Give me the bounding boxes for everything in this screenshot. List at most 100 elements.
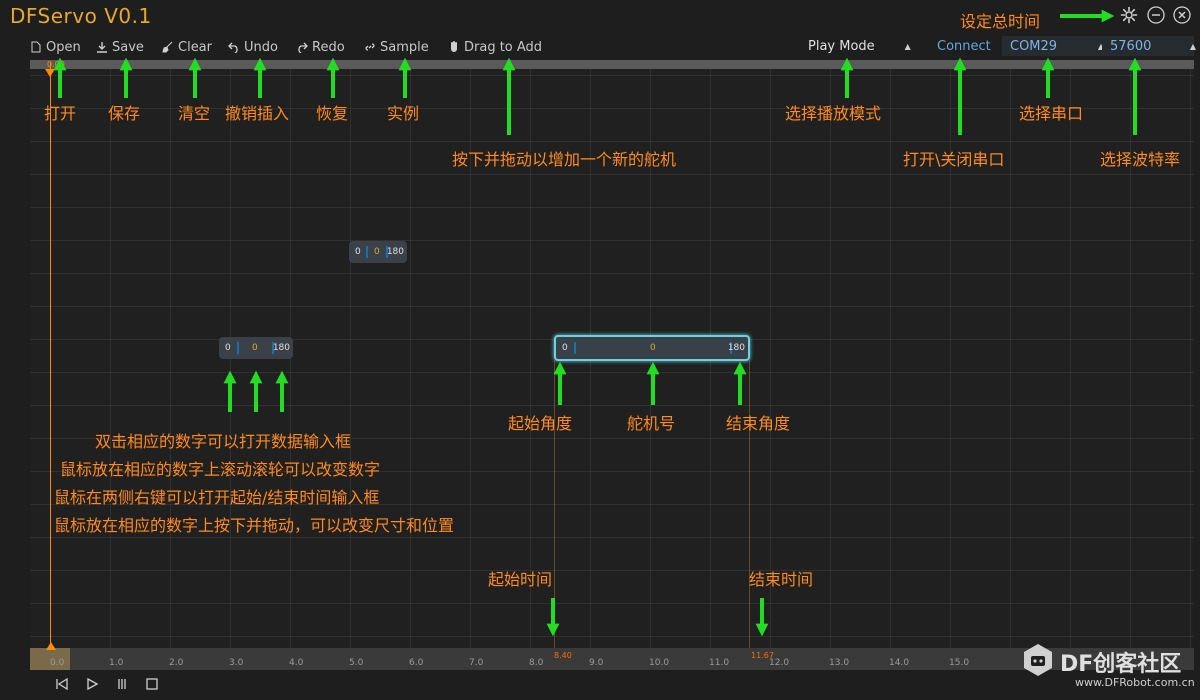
annotation-open: 打开 bbox=[44, 104, 77, 123]
servo-divider bbox=[366, 246, 368, 258]
servo-id[interactable]: 0 bbox=[252, 343, 258, 353]
skip-back-icon[interactable] bbox=[54, 676, 70, 692]
undo-button[interactable]: Undo bbox=[228, 38, 278, 56]
gear-icon[interactable] bbox=[1120, 6, 1138, 24]
undo-label: Undo bbox=[244, 39, 278, 55]
axis-tick: 15.0 bbox=[949, 658, 970, 668]
servo-end-angle[interactable]: 180 bbox=[728, 343, 745, 353]
redo-button[interactable]: Redo bbox=[296, 38, 345, 56]
play-mode-value: Play Mode bbox=[808, 38, 875, 54]
save-label: Save bbox=[112, 39, 144, 55]
start-time-marker: 8.40 bbox=[554, 651, 572, 660]
play-mode-select[interactable]: Play Mode ▲ bbox=[808, 36, 911, 56]
axis-tick: 2.0 bbox=[169, 658, 184, 668]
servo-start-angle[interactable]: 0 bbox=[562, 343, 568, 353]
servo-divider bbox=[574, 342, 576, 354]
pause-icon[interactable] bbox=[114, 676, 130, 692]
annotation-select-port: 选择串口 bbox=[1019, 104, 1084, 123]
start-time-guide bbox=[554, 360, 555, 650]
annotation-save: 保存 bbox=[108, 104, 141, 123]
baud-rate-select[interactable]: 57600 ▲ bbox=[1102, 36, 1196, 56]
end-time-marker: 11.67 bbox=[751, 651, 774, 660]
annotation-redo: 恢复 bbox=[316, 104, 349, 123]
axis-tick: 9.0 bbox=[589, 658, 604, 668]
annotation-clear: 清空 bbox=[178, 104, 211, 123]
axis-tick: 5.0 bbox=[349, 658, 364, 668]
watermark-brand: DF创客社区 bbox=[1060, 652, 1182, 677]
end-time-guide bbox=[749, 360, 750, 650]
link-icon bbox=[365, 43, 375, 51]
annotation-tip-double-click: 双击相应的数字可以打开数据输入框 bbox=[95, 432, 352, 451]
caret-up-icon: ▲ bbox=[1189, 41, 1196, 51]
file-icon bbox=[31, 41, 41, 53]
play-icon[interactable] bbox=[84, 676, 100, 692]
axis-tick: 8.0 bbox=[529, 658, 544, 668]
playhead-top-handle[interactable] bbox=[45, 69, 55, 77]
annotation-undo-insert: 撤销插入 bbox=[225, 104, 290, 123]
playhead-line[interactable] bbox=[50, 62, 51, 650]
axis-tick: 10.0 bbox=[649, 658, 670, 668]
annotation-tip-drag: 鼠标放在相应的数字上按下并拖动，可以改变尺寸和位置 bbox=[54, 516, 455, 535]
servo-block[interactable]: 0 0 180 bbox=[219, 337, 293, 359]
axis-tick: 1.0 bbox=[109, 658, 124, 668]
annotation-sample: 实例 bbox=[387, 104, 420, 123]
baud-rate-value: 57600 bbox=[1110, 38, 1152, 54]
redo-label: Redo bbox=[312, 39, 345, 55]
com-port-value: COM29 bbox=[1010, 38, 1058, 54]
annotation-play-mode: 选择播放模式 bbox=[785, 104, 882, 123]
servo-id[interactable]: 0 bbox=[650, 343, 656, 353]
sample-button[interactable]: Sample bbox=[364, 38, 429, 56]
save-button[interactable]: Save bbox=[96, 38, 144, 56]
undo-icon bbox=[228, 42, 238, 53]
annotation-select-baud: 选择波特率 bbox=[1100, 150, 1181, 169]
stop-icon[interactable] bbox=[144, 676, 160, 692]
minimize-icon[interactable] bbox=[1147, 6, 1165, 24]
watermark-url: www.DFRobot.com.cn bbox=[1075, 676, 1195, 689]
app-title: DFServo V0.1 bbox=[10, 4, 152, 28]
axis-tick: 6.0 bbox=[409, 658, 424, 668]
playhead-bottom-handle[interactable] bbox=[46, 642, 56, 650]
clear-button[interactable]: Clear bbox=[162, 38, 212, 56]
axis-tick: 13.0 bbox=[829, 658, 850, 668]
servo-id[interactable]: 0 bbox=[374, 247, 380, 257]
close-icon[interactable] bbox=[1173, 6, 1191, 24]
servo-end-angle[interactable]: 180 bbox=[387, 247, 404, 257]
servo-divider bbox=[237, 342, 239, 354]
servo-block-selected[interactable]: 0 0 180 bbox=[554, 335, 750, 361]
axis-tick: 14.0 bbox=[889, 658, 910, 668]
annotation-start-time: 起始时间 bbox=[488, 570, 553, 589]
total-time-track[interactable] bbox=[30, 60, 1194, 69]
annotation-end-time: 结束时间 bbox=[749, 570, 814, 589]
annotation-tip-right-click: 鼠标在两侧右键可以打开起始/结束时间输入框 bbox=[54, 488, 380, 507]
axis-tick: 7.0 bbox=[469, 658, 484, 668]
annotation-servo-id: 舵机号 bbox=[627, 414, 676, 433]
open-button[interactable]: Open bbox=[30, 38, 81, 56]
open-label: Open bbox=[46, 39, 81, 55]
servo-end-angle[interactable]: 180 bbox=[273, 343, 290, 353]
axis-tick: 3.0 bbox=[229, 658, 244, 668]
connect-button[interactable]: Connect bbox=[937, 36, 991, 56]
redo-icon bbox=[298, 42, 308, 53]
annotation-set-total-time: 设定总时间 bbox=[960, 12, 1041, 31]
clear-label: Clear bbox=[178, 39, 212, 55]
com-port-select[interactable]: COM29 ▲ bbox=[1002, 36, 1104, 56]
hand-icon bbox=[451, 41, 457, 52]
servo-start-angle[interactable]: 0 bbox=[355, 247, 361, 257]
annotation-start-angle: 起始角度 bbox=[508, 414, 573, 433]
caret-up-icon: ▲ bbox=[904, 41, 911, 51]
annotation-drag-add: 按下并拖动以增加一个新的舵机 bbox=[452, 150, 677, 169]
servo-block[interactable]: 0 0 180 bbox=[349, 241, 407, 263]
download-icon bbox=[97, 42, 107, 53]
broom-icon bbox=[162, 41, 173, 53]
drag-to-add-label: Drag to Add bbox=[464, 39, 543, 55]
axis-tick: 4.0 bbox=[289, 658, 304, 668]
drag-to-add-button[interactable]: Drag to Add bbox=[448, 38, 542, 56]
connect-label: Connect bbox=[937, 38, 991, 54]
annotation-toggle-port: 打开\关闭串口 bbox=[903, 150, 1005, 169]
servo-start-angle[interactable]: 0 bbox=[225, 343, 231, 353]
annotation-tip-scroll: 鼠标放在相应的数字上滚动滚轮可以改变数字 bbox=[60, 460, 381, 479]
sample-label: Sample bbox=[380, 39, 429, 55]
axis-tick: 0.0 bbox=[50, 658, 65, 668]
dfrobot-logo-icon bbox=[1024, 644, 1052, 676]
axis-tick: 11.0 bbox=[709, 658, 730, 668]
